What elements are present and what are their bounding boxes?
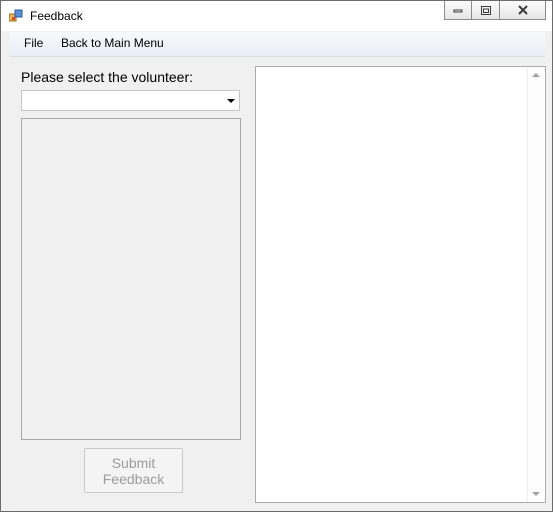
- volunteer-select-label: Please select the volunteer:: [21, 69, 193, 85]
- close-icon: [517, 5, 528, 15]
- dropdown-arrow-icon[interactable]: [227, 99, 235, 103]
- feedback-textarea[interactable]: [255, 66, 546, 503]
- minimize-button[interactable]: [444, 1, 472, 20]
- title-bar: Feedback: [1, 1, 552, 31]
- form-content: Please select the volunteer: Submit Feed…: [10, 57, 546, 505]
- scroll-down-icon[interactable]: [532, 492, 540, 496]
- volunteer-combobox[interactable]: [21, 90, 240, 111]
- scroll-up-icon[interactable]: [532, 73, 540, 77]
- minimize-icon: [453, 9, 463, 13]
- restore-icon: [480, 5, 491, 15]
- window-title: Feedback: [30, 9, 83, 23]
- menu-bar: File Back to Main Menu: [10, 32, 545, 57]
- close-button[interactable]: [500, 1, 546, 20]
- restore-button[interactable]: [472, 1, 500, 20]
- feedback-window: Feedback File Back to Main Menu Please s…: [0, 0, 553, 512]
- submit-feedback-button[interactable]: Submit Feedback: [84, 448, 183, 493]
- volunteer-details-panel: [21, 118, 241, 440]
- window-controls: [444, 1, 546, 21]
- menu-file[interactable]: File: [24, 36, 43, 50]
- app-icon: [9, 9, 23, 22]
- menu-back-to-main[interactable]: Back to Main Menu: [61, 36, 164, 50]
- vertical-scrollbar[interactable]: [527, 67, 545, 502]
